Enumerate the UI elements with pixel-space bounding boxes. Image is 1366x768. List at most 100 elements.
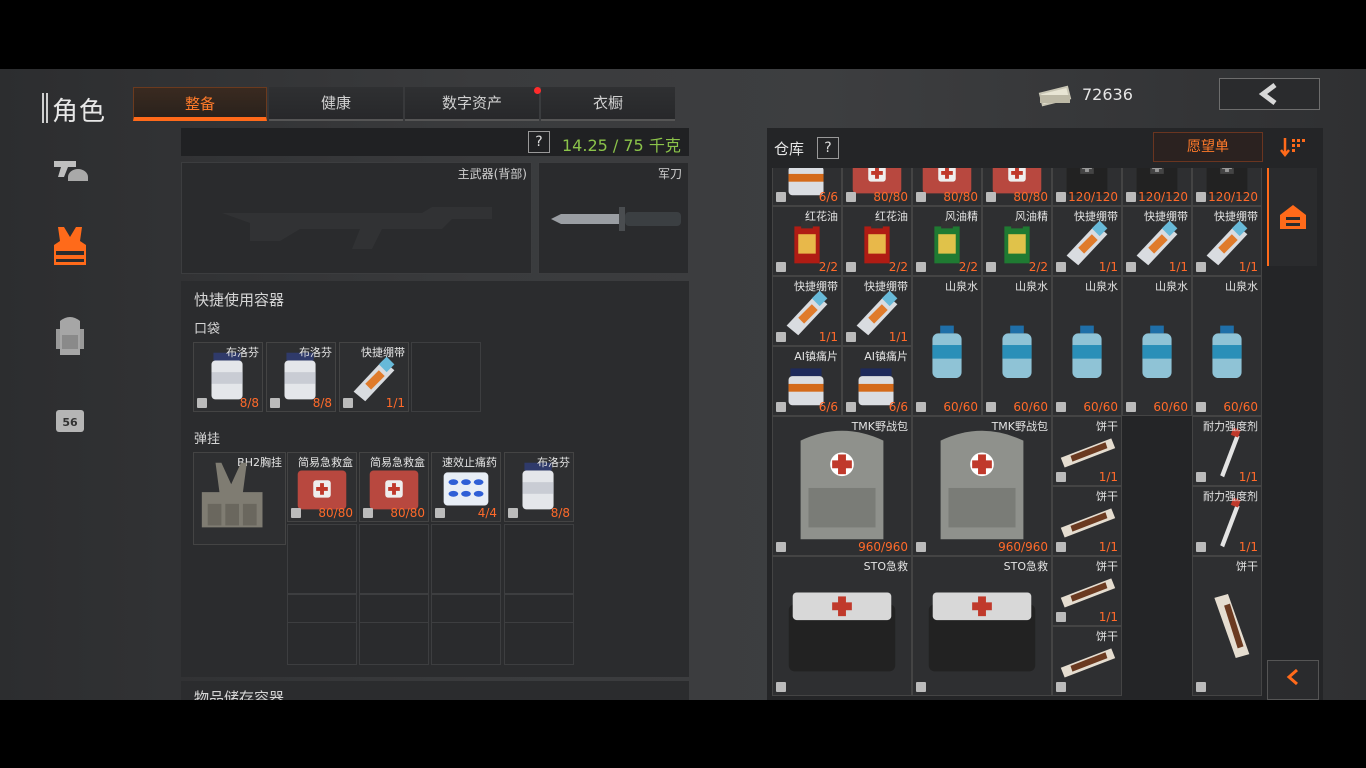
warehouse-item-slot[interactable]: 山泉水 60/60: [1192, 276, 1262, 416]
item-box-icon: [986, 402, 996, 412]
item-box-icon: [1196, 682, 1206, 692]
warehouse-item-slot[interactable]: 饼干 1/1: [1052, 556, 1122, 626]
warehouse-help-button[interactable]: ?: [817, 137, 839, 159]
rig-item-slot[interactable]: 速效止痛药 4/4: [431, 452, 501, 522]
item-box-icon: [363, 508, 373, 518]
item-name: 耐力强度剂: [1203, 490, 1258, 503]
pocket-item-slot[interactable]: 布洛芬 8/8: [193, 342, 263, 412]
rig-empty-slot[interactable]: [287, 622, 357, 665]
warehouse-item-slot[interactable]: 快捷绷带 1/1: [1192, 206, 1262, 276]
warehouse-item-slot[interactable]: 饼干 1/1: [1052, 486, 1122, 556]
warehouse-item-slot[interactable]: 快捷绷带 1/1: [772, 276, 842, 346]
warehouse-item-slot[interactable]: 风油精 2/2: [982, 206, 1052, 276]
warehouse-item-slot[interactable]: AI镇痛片6/6: [842, 346, 912, 416]
warehouse-item-slot[interactable]: 军用急救包120/120: [1052, 168, 1122, 206]
warehouse-item-slot[interactable]: 饼干: [1052, 626, 1122, 696]
warehouse-item-slot[interactable]: 快捷绷带 1/1: [1052, 206, 1122, 276]
item-count: 60/60: [943, 400, 978, 414]
warehouse-item-slot[interactable]: 山泉水 60/60: [1052, 276, 1122, 416]
item-count: 1/1: [888, 330, 908, 344]
warehouse-item-slot[interactable]: 简易急救盒80/80: [912, 168, 982, 206]
rig-empty-slot[interactable]: [504, 622, 574, 665]
primary-weapon-slot[interactable]: 主武器(背部): [181, 162, 532, 274]
item-count: 960/960: [998, 540, 1048, 554]
nav-backpack[interactable]: [48, 315, 92, 359]
rig-empty-slot[interactable]: [431, 524, 501, 594]
wishlist-button[interactable]: 愿望单: [1153, 132, 1263, 162]
nav-ammo[interactable]: 56: [48, 399, 92, 443]
warehouse-item-slot[interactable]: 简易急救盒80/80: [982, 168, 1052, 206]
item-count: 1/1: [1098, 260, 1118, 274]
item-box-icon: [846, 192, 856, 202]
warehouse-item-slot[interactable]: 山泉水 60/60: [1122, 276, 1192, 416]
home-storage-icon: [1280, 205, 1306, 229]
warehouse-item-slot[interactable]: AI镇痛片6/6: [772, 168, 842, 206]
item-count: 80/80: [943, 190, 978, 204]
item-box-icon: [846, 262, 856, 272]
item-box-icon: [1196, 472, 1206, 482]
warehouse-item-slot[interactable]: TMK野战包 960/960: [912, 416, 1052, 556]
item-name: 快捷绷带: [864, 280, 908, 293]
item-box-icon: [1196, 262, 1206, 272]
item-name: 饼干: [1096, 560, 1118, 573]
rig-item-slot[interactable]: 简易急救盒 80/80: [287, 452, 357, 522]
ammo-box-icon: 56: [56, 410, 84, 432]
rig-empty-slot[interactable]: [359, 524, 429, 594]
warehouse-item-slot[interactable]: 军用急救包120/120: [1192, 168, 1262, 206]
pocket-title: 口袋: [194, 322, 221, 337]
tab-loadout[interactable]: 整备: [133, 87, 267, 121]
rig-item-slot[interactable]: 布洛芬 8/8: [504, 452, 574, 522]
pocket-item-slot[interactable]: 布洛芬 8/8: [266, 342, 336, 412]
warehouse-item-slot[interactable]: 红花油 2/2: [842, 206, 912, 276]
nav-vest[interactable]: [48, 225, 92, 269]
pocket-item-slot[interactable]: 快捷绷带 1/1: [339, 342, 409, 412]
item-count: 1/1: [1168, 260, 1188, 274]
warehouse-item-slot[interactable]: 红花油 2/2: [772, 206, 842, 276]
pack-icon: [940, 430, 1024, 540]
melee-weapon-slot[interactable]: 军刀: [538, 162, 689, 274]
warehouse-item-slot[interactable]: 山泉水 60/60: [982, 276, 1052, 416]
nav-weapon[interactable]: [48, 149, 92, 193]
warehouse-item-slot[interactable]: 快捷绷带 1/1: [1122, 206, 1192, 276]
warehouse-item-slot[interactable]: 耐力强度剂 1/1: [1192, 486, 1262, 556]
warehouse-item-slot[interactable]: TMK野战包 960/960: [772, 416, 912, 556]
rig-empty-slot[interactable]: [287, 524, 357, 594]
back-button[interactable]: [1219, 78, 1320, 110]
item-box-icon: [986, 262, 996, 272]
warehouse-item-slot[interactable]: 山泉水 60/60: [912, 276, 982, 416]
collapse-panel-button[interactable]: [1267, 660, 1319, 700]
warehouse-item-slot[interactable]: 饼干: [1192, 556, 1262, 696]
rig-empty-slot[interactable]: [431, 622, 501, 665]
warehouse-item-slot[interactable]: 简易急救盒80/80: [842, 168, 912, 206]
warehouse-item-slot[interactable]: 风油精 2/2: [912, 206, 982, 276]
item-name: 红花油: [805, 210, 838, 223]
warehouse-item-slot[interactable]: 饼干 1/1: [1052, 416, 1122, 486]
svg-text:56: 56: [62, 416, 78, 429]
warehouse-item-slot[interactable]: 耐力强度剂 1/1: [1192, 416, 1262, 486]
pocket-empty-slot[interactable]: [411, 342, 481, 412]
item-box-icon: [846, 332, 856, 342]
item-box-icon: [1196, 192, 1206, 202]
weight-help-button[interactable]: ?: [528, 131, 550, 153]
rig-empty-slot[interactable]: [504, 524, 574, 594]
item-count: 80/80: [318, 506, 353, 520]
warehouse-side-tab[interactable]: [1267, 168, 1317, 266]
warehouse-item-slot[interactable]: 快捷绷带 1/1: [842, 276, 912, 346]
item-count: 6/6: [818, 190, 838, 204]
item-count: 2/2: [1028, 260, 1048, 274]
warehouse-item-slot[interactable]: 军用急救包120/120: [1122, 168, 1192, 206]
tab-wardrobe[interactable]: 衣橱: [541, 87, 675, 121]
warehouse-item-slot[interactable]: STO急救: [772, 556, 912, 696]
warehouse-item-slot[interactable]: STO急救: [912, 556, 1052, 696]
rig-item-slot[interactable]: 简易急救盒 80/80: [359, 452, 429, 522]
tab-health[interactable]: 健康: [269, 87, 403, 121]
item-name: STO急救: [1003, 560, 1048, 573]
warehouse-item-slot[interactable]: AI镇痛片6/6: [772, 346, 842, 416]
item-count: 60/60: [1153, 400, 1188, 414]
tab-digital-assets[interactable]: 数字资产: [405, 87, 541, 121]
rig-empty-slot[interactable]: [359, 622, 429, 665]
rig-slot[interactable]: BH2胸挂: [193, 452, 286, 545]
item-box-icon: [270, 398, 280, 408]
item-name: 简易急救盒: [298, 456, 353, 469]
sort-icon[interactable]: [1279, 135, 1307, 159]
